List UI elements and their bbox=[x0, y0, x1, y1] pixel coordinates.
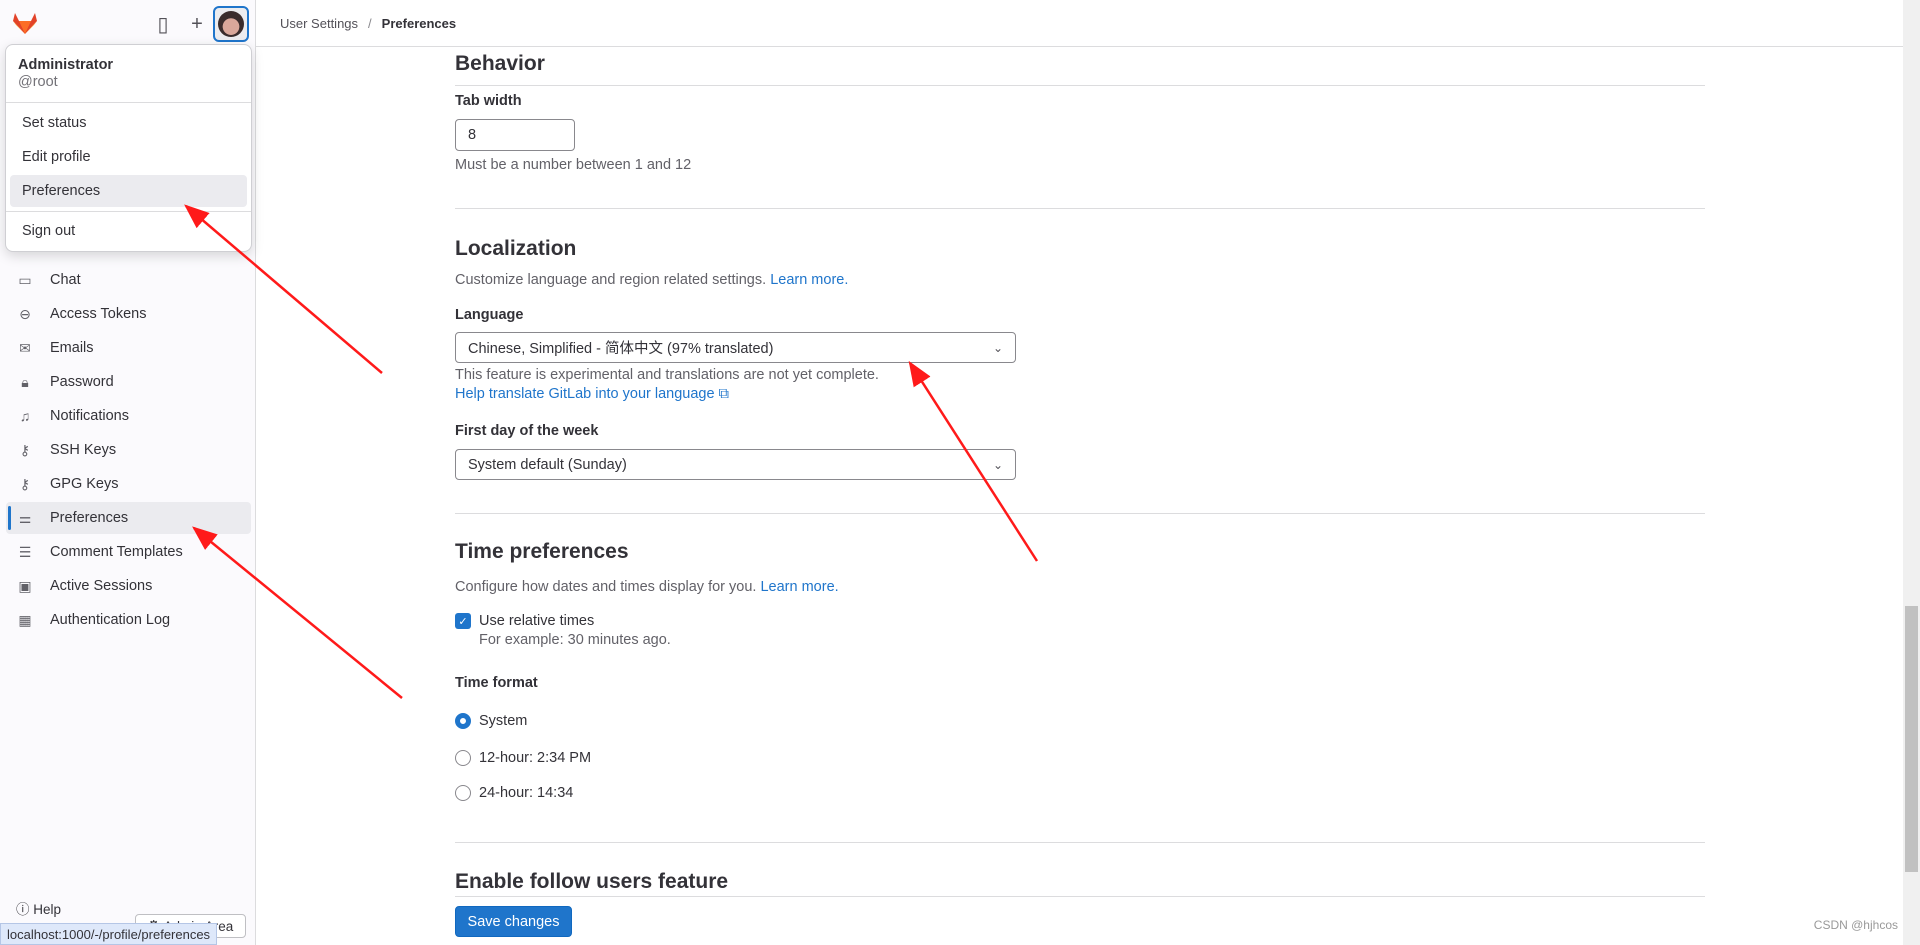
tab-width-input[interactable]: 8 bbox=[455, 119, 575, 151]
behavior-heading: Behavior bbox=[455, 52, 545, 75]
follow-users-heading: Enable follow users feature bbox=[455, 870, 729, 893]
key-icon: ⚷ bbox=[19, 441, 31, 458]
bell-icon: ♫ bbox=[19, 408, 31, 424]
language-note: This feature is experimental and transla… bbox=[455, 367, 879, 383]
sidebar-item-preferences[interactable]: ⚌ Preferences bbox=[6, 502, 251, 534]
breadcrumb-preferences: Preferences bbox=[381, 15, 457, 31]
sidebar-item-password[interactable]: 🔒︎ Password bbox=[6, 366, 251, 398]
divider bbox=[6, 102, 251, 103]
menu-item-edit-profile[interactable]: Edit profile bbox=[10, 141, 247, 173]
menu-item-sign-out[interactable]: Sign out bbox=[10, 215, 247, 247]
breadcrumb-separator: / bbox=[368, 15, 372, 31]
tab-width-help: Must be a number between 1 and 12 bbox=[455, 157, 692, 173]
external-link-icon: ⧉ bbox=[718, 386, 729, 402]
sidebar-item-emails[interactable]: ✉ Emails bbox=[6, 332, 251, 364]
token-icon: ⊖ bbox=[19, 305, 31, 322]
user-menu-button[interactable] bbox=[213, 6, 249, 42]
radio-icon[interactable] bbox=[455, 785, 471, 801]
gitlab-logo-icon[interactable] bbox=[12, 11, 38, 35]
time-learn-more-link[interactable]: Learn more. bbox=[760, 579, 838, 595]
save-changes-button[interactable]: Save changes bbox=[455, 906, 572, 937]
help-translate-link[interactable]: Help translate GitLab into your language… bbox=[455, 386, 729, 402]
status-bar-url: localhost:1000/-/profile/preferences bbox=[0, 923, 218, 945]
help-button[interactable]: ⓘ Help bbox=[16, 901, 61, 919]
lock-icon: 🔒︎ bbox=[21, 373, 29, 390]
menu-item-preferences[interactable]: Preferences bbox=[10, 175, 247, 207]
sidebar-item-gpg-keys[interactable]: ⚷ GPG Keys bbox=[6, 468, 251, 500]
monitor-icon: ▣ bbox=[18, 577, 32, 594]
comment-icon: ▭ bbox=[18, 271, 32, 288]
mail-icon: ✉ bbox=[19, 339, 31, 356]
checkbox-checked-icon[interactable]: ✓ bbox=[455, 613, 471, 629]
sidebar-item-authentication-log[interactable]: ▦ Authentication Log bbox=[6, 604, 251, 636]
radio-24-hour[interactable]: 24-hour: 14:34 bbox=[455, 785, 573, 801]
preferences-icon: ⚌ bbox=[18, 509, 32, 526]
divider bbox=[455, 208, 1705, 209]
first-day-select[interactable]: System default (Sunday) ⌄ bbox=[455, 449, 1016, 480]
divider bbox=[455, 513, 1705, 514]
comment-lines-icon: ☰ bbox=[18, 543, 32, 560]
user-name: Administrator bbox=[18, 57, 114, 73]
chevron-down-icon: ⌄ bbox=[992, 340, 1003, 355]
localization-learn-more-link[interactable]: Learn more. bbox=[770, 272, 848, 288]
divider bbox=[455, 896, 1705, 897]
sidebar-item-access-tokens[interactable]: ⊖ Access Tokens bbox=[6, 298, 251, 330]
sidebar-toggle-icon[interactable]: ▯ bbox=[151, 12, 175, 36]
sidebar-item-ssh-keys[interactable]: ⚷ SSH Keys bbox=[6, 434, 251, 466]
radio-icon[interactable] bbox=[455, 750, 471, 766]
time-preferences-heading: Time preferences bbox=[455, 540, 629, 563]
first-day-label: First day of the week bbox=[455, 423, 599, 439]
key-icon: ⚷ bbox=[19, 475, 31, 492]
breadcrumb: User Settings / Preferences bbox=[256, 0, 1904, 47]
divider bbox=[455, 85, 1705, 86]
user-menu-dropdown: Administrator @root Set status Edit prof… bbox=[5, 44, 252, 252]
breadcrumb-user-settings[interactable]: User Settings bbox=[280, 16, 358, 31]
sidebar-item-chat[interactable]: ▭ Chat bbox=[6, 264, 251, 296]
user-handle: @root bbox=[18, 74, 58, 90]
help-icon: ⓘ bbox=[16, 902, 34, 917]
radio-system[interactable]: System bbox=[455, 713, 527, 729]
relative-times-checkbox[interactable]: ✓ Use relative times bbox=[455, 613, 594, 629]
language-label: Language bbox=[455, 307, 524, 323]
radio-selected-icon[interactable] bbox=[455, 713, 471, 729]
avatar bbox=[218, 11, 244, 37]
log-icon: ▦ bbox=[18, 611, 32, 628]
divider bbox=[455, 842, 1705, 843]
localization-heading: Localization bbox=[455, 237, 577, 260]
menu-item-set-status[interactable]: Set status bbox=[10, 107, 247, 139]
sidebar-item-comment-templates[interactable]: ☰ Comment Templates bbox=[6, 536, 251, 568]
language-select[interactable]: Chinese, Simplified - 简体中文 (97% translat… bbox=[455, 332, 1016, 363]
radio-12-hour[interactable]: 12-hour: 2:34 PM bbox=[455, 750, 591, 766]
time-description: Configure how dates and times display fo… bbox=[455, 579, 757, 595]
sidebar-item-notifications[interactable]: ♫ Notifications bbox=[6, 400, 251, 432]
scrollbar-thumb[interactable] bbox=[1905, 606, 1918, 872]
time-format-label: Time format bbox=[455, 675, 538, 691]
tab-width-label: Tab width bbox=[455, 93, 522, 109]
chevron-down-icon: ⌄ bbox=[992, 457, 1003, 472]
watermark: CSDN @hjhcos bbox=[1813, 918, 1898, 932]
localization-description: Customize language and region related se… bbox=[455, 272, 767, 288]
create-new-icon[interactable]: + bbox=[185, 12, 209, 36]
relative-times-help: For example: 30 minutes ago. bbox=[479, 632, 671, 648]
sidebar-item-active-sessions[interactable]: ▣ Active Sessions bbox=[6, 570, 251, 602]
divider bbox=[6, 211, 251, 212]
